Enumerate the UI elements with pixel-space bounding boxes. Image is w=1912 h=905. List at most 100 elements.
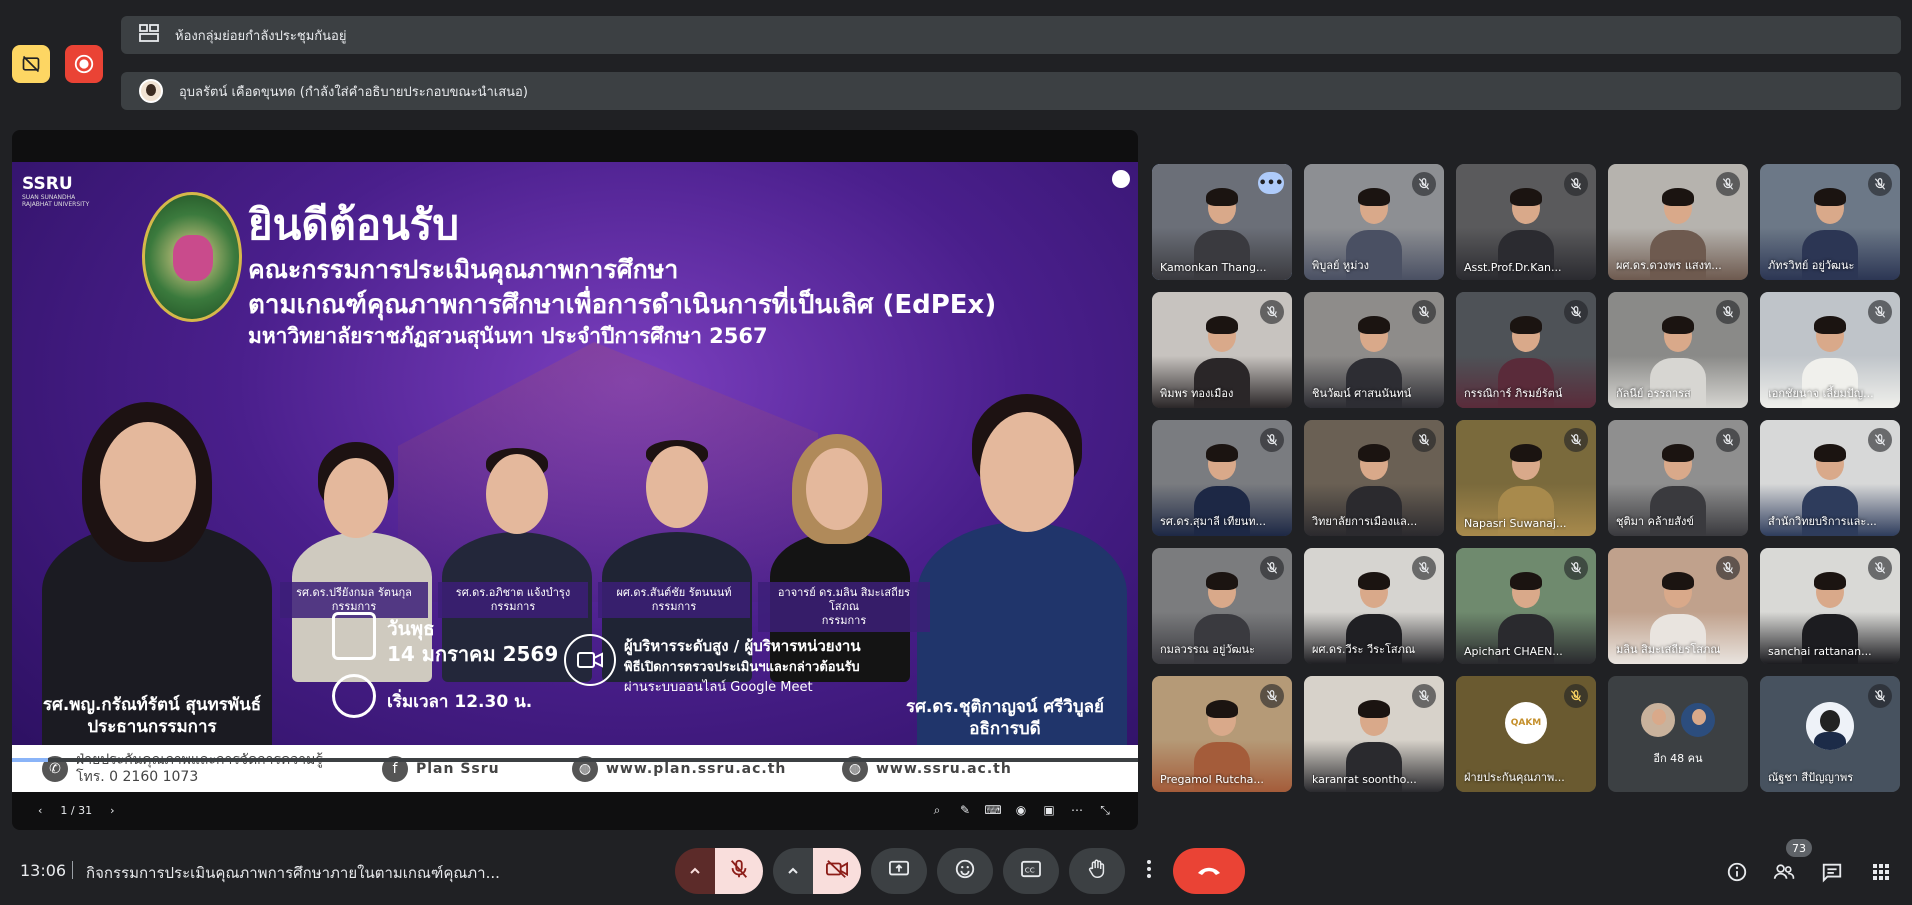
- mic-muted-icon: [1412, 300, 1436, 324]
- breakout-rooms-banner[interactable]: ห้องกลุ่มย่อยกำลังประชุมกันอยู่: [121, 16, 1901, 54]
- activities-icon[interactable]: [1870, 861, 1892, 883]
- participant-hair: [1358, 444, 1390, 462]
- participant-tile[interactable]: กรรณิการ์ ภิรมย์รัตน์: [1456, 292, 1596, 408]
- participant-tile[interactable]: พิบูลย์ หูม่วง: [1304, 164, 1444, 280]
- participant-name: Kamonkan Thang...: [1160, 261, 1267, 274]
- camera-off-button[interactable]: [813, 848, 861, 894]
- event-exec-line-1: ผู้บริหารระดับสูง / ผู้บริหารหน่วยงาน: [624, 637, 861, 655]
- present-button[interactable]: [871, 848, 927, 894]
- participant-hair: [1510, 572, 1542, 590]
- mic-off-button[interactable]: [715, 848, 763, 894]
- qakm-logo: QAKM: [1505, 702, 1547, 744]
- participant-name: สำนักวิทยบริการและ...: [1768, 515, 1877, 528]
- chair-caption: รศ.พญ.กรัณท์รัตน์ สุนทรพันธ์ ประธานกรรมกา…: [42, 695, 262, 737]
- participant-tile[interactable]: มลิน สิมะเสถียรโสภณ: [1608, 548, 1748, 664]
- presenter-avatar: [139, 79, 163, 103]
- participant-tile[interactable]: สำนักวิทยบริการและ...: [1760, 420, 1900, 536]
- participant-tile[interactable]: รศ.ดร.สุมาลี เทียนท...: [1152, 420, 1292, 536]
- captions-off-icon[interactable]: [12, 45, 50, 83]
- people-icon[interactable]: [1773, 861, 1795, 883]
- participant-tile[interactable]: ณัฐชา สีปัญญาพร: [1760, 676, 1900, 792]
- svg-text:CC: CC: [1025, 866, 1035, 875]
- reactions-button[interactable]: [937, 848, 993, 894]
- more-options-button[interactable]: [1135, 848, 1163, 894]
- video-camera-icon: [564, 634, 616, 686]
- participant-name: ชุติมา คล้ายสังข์: [1616, 515, 1694, 528]
- more-options-icon[interactable]: ⋯: [1070, 803, 1084, 817]
- participant-name: sanchai rattanan...: [1768, 645, 1872, 658]
- participant-name: เอกชัยนาจ เลี้ยมปัญ...: [1768, 387, 1874, 400]
- mic-muted-icon: [1260, 556, 1284, 580]
- pin-icon[interactable]: [1112, 170, 1130, 188]
- broadcast-icon[interactable]: ◉: [1014, 803, 1028, 817]
- participant-tile[interactable]: Asst.Prof.Dr.Kan...: [1456, 164, 1596, 280]
- more-participants-label: อีก 48 คน: [1653, 752, 1703, 765]
- participant-hair: [1206, 444, 1238, 462]
- participant-tile[interactable]: พิมพร ทองเมือง: [1152, 292, 1292, 408]
- participant-name: ฝ่ายประกันคุณภาพ...: [1464, 771, 1565, 784]
- presentation-stage: SSRU SUAN SUNANDHA RAJABHAT UNIVERSITY ย…: [12, 130, 1138, 830]
- participant-hair: [1510, 316, 1542, 334]
- mic-muted-icon: [1564, 684, 1588, 708]
- participant-name: พิมพร ทองเมือง: [1160, 387, 1234, 400]
- presentation-slide: SSRU SUAN SUNANDHA RAJABHAT UNIVERSITY ย…: [12, 162, 1138, 792]
- keyboard-icon[interactable]: ⌨: [984, 803, 1001, 817]
- participant-hair: [1510, 444, 1542, 462]
- participant-tile[interactable]: กัลนีย์ อรรถารส: [1608, 292, 1748, 408]
- participant-tile[interactable]: เอกชัยนาจ เลี้ยมปัญ...: [1760, 292, 1900, 408]
- participant-hair: [1358, 700, 1390, 718]
- participant-tile[interactable]: วิทยาลัยการเมืองแล...: [1304, 420, 1444, 536]
- participant-tile[interactable]: ภัทรวิทย์ อยู่วัฒนะ: [1760, 164, 1900, 280]
- participant-name: มลิน สิมะเสถียรโสภณ: [1616, 643, 1721, 656]
- participant-tile[interactable]: Napasri Suwanaj...: [1456, 420, 1596, 536]
- chat-icon[interactable]: [1821, 861, 1843, 883]
- participant-tile[interactable]: ผศ.ดร.ดวงพร แสงท...: [1608, 164, 1748, 280]
- participant-tile[interactable]: ชินวัฒน์ ศาสนนันทน์: [1304, 292, 1444, 408]
- pip-icon[interactable]: ▣: [1042, 803, 1056, 817]
- cc-icon: CC: [1020, 860, 1042, 882]
- zoom-icon[interactable]: ⌕: [930, 803, 944, 817]
- raise-hand-button[interactable]: [1069, 848, 1125, 894]
- participant-tile[interactable]: ผศ.ดร.วีระ วีระโสภณ: [1304, 548, 1444, 664]
- participant-tile[interactable]: Apichart CHAEN...: [1456, 548, 1596, 664]
- annotate-icon[interactable]: ✎: [958, 803, 972, 817]
- event-exec-line-2: พิธีเปิดการตรวจประเมินฯและกล่าวต้อนรับ: [624, 660, 860, 675]
- participant-name: ชินวัฒน์ ศาสนนันทน์: [1312, 387, 1412, 400]
- event-exec-line-3: ผ่านระบบออนไลน์ Google Meet: [624, 680, 813, 695]
- participant-tile[interactable]: Pregamol Rutcha...: [1152, 676, 1292, 792]
- participant-tile[interactable]: กมลวรรณ อยู่วัฒนะ: [1152, 548, 1292, 664]
- breakout-rooms-icon: [139, 24, 159, 46]
- captions-button[interactable]: CC: [1003, 848, 1059, 894]
- participant-hair: [1206, 316, 1238, 334]
- slide-progress-strip: [12, 758, 1138, 762]
- participant-tile[interactable]: QAKM ฝ่ายประกันคุณภาพ...: [1456, 676, 1596, 792]
- avatar: [1806, 702, 1854, 750]
- president-caption: รศ.ดร.ชุติกาญจน์ ศรีวิบูลย์ อธิการบดี: [905, 697, 1105, 739]
- meeting-details-icon[interactable]: [1726, 861, 1748, 883]
- participant-tile[interactable]: อีก 48 คน: [1608, 676, 1748, 792]
- exit-fullscreen-icon[interactable]: ⤡: [1098, 803, 1112, 817]
- camera-off-icon: [825, 858, 849, 884]
- mic-muted-icon: [1868, 556, 1892, 580]
- participant-hair: [1662, 316, 1694, 334]
- meeting-clock: 13:06: [20, 861, 67, 880]
- more-options-icon[interactable]: •••: [1258, 172, 1284, 194]
- university-seal: [142, 192, 242, 322]
- event-date: 14 มกราคม 2569: [387, 642, 559, 666]
- participant-tile[interactable]: ชุติมา คล้ายสังข์: [1608, 420, 1748, 536]
- slide-page-indicator: 1 / 31: [60, 803, 93, 817]
- participant-tile[interactable]: sanchai rattanan...: [1760, 548, 1900, 664]
- audio-settings-button[interactable]: [675, 848, 715, 894]
- video-settings-button[interactable]: [773, 848, 813, 894]
- committee-caption-4: อาจารย์ ดร.มลิน สิมะเสถียรโสภณ กรรมการ: [758, 582, 930, 632]
- mic-muted-icon: [1564, 556, 1588, 580]
- recording-icon[interactable]: [65, 45, 103, 83]
- participant-hair: [1206, 188, 1238, 206]
- leave-call-button[interactable]: [1173, 848, 1245, 894]
- participant-tile[interactable]: karanrat soontho...: [1304, 676, 1444, 792]
- participant-tile[interactable]: ••• Kamonkan Thang...: [1152, 164, 1292, 280]
- next-slide-icon[interactable]: ›: [110, 804, 114, 817]
- prev-slide-icon[interactable]: ‹: [38, 804, 42, 817]
- participant-hair: [1814, 572, 1846, 590]
- mic-muted-icon: [1868, 428, 1892, 452]
